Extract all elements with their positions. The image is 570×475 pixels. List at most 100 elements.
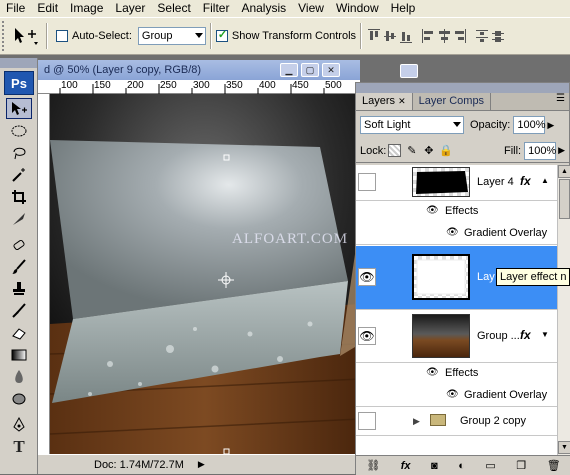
align-bottom-icon[interactable] (400, 29, 413, 43)
scroll-down-button[interactable]: ▼ (558, 441, 570, 454)
options-grip[interactable] (2, 21, 6, 51)
fx-icon[interactable]: fx (520, 174, 531, 188)
panel-menu-icon[interactable]: ☰ (556, 93, 565, 110)
lock-all-icon[interactable]: 🔒 (439, 144, 453, 157)
eye-icon[interactable]: 👁 (446, 389, 459, 400)
horizontal-ruler[interactable]: 100 150 200 250 300 350 400 450 500 (38, 80, 360, 94)
effect-row[interactable]: 👁 Gradient Overlay (356, 223, 557, 245)
brush-tool-icon[interactable] (6, 256, 32, 277)
history-brush-tool-icon[interactable] (6, 300, 32, 321)
scroll-thumb[interactable] (559, 179, 570, 219)
layers-scrollbar[interactable]: ▲ ▼ (557, 165, 570, 455)
effects-row[interactable]: 👁 Effects (356, 201, 557, 223)
adjustment-layer-icon[interactable]: ◐ (458, 460, 465, 472)
move-tool-icon[interactable] (6, 98, 32, 119)
link-layers-icon[interactable]: ⛓ (366, 459, 380, 472)
fill-input[interactable]: 100% (524, 141, 556, 160)
align-right-icon[interactable] (454, 29, 467, 43)
layers-panel-grip[interactable] (356, 83, 569, 93)
visibility-toggle[interactable] (358, 173, 376, 191)
type-tool-icon[interactable]: T (6, 436, 32, 457)
magic-wand-tool-icon[interactable] (6, 164, 32, 185)
effect-row[interactable]: 👁 Gradient Overlay (356, 385, 557, 407)
distribute-top-icon[interactable] (476, 29, 489, 43)
separator (209, 23, 212, 49)
eye-icon[interactable]: 👁 (446, 227, 459, 238)
ps-logo[interactable]: Ps (4, 71, 34, 95)
layer-name: Lay (477, 271, 495, 283)
close-doc-button[interactable]: ✕ (322, 63, 340, 77)
visibility-toggle[interactable] (358, 412, 376, 430)
blur-tool-icon[interactable] (6, 366, 32, 387)
dodge-tool-icon[interactable] (6, 388, 32, 409)
visibility-toggle[interactable]: 👁 (358, 268, 376, 286)
status-arrow-icon[interactable]: ▶ (198, 459, 205, 470)
align-hcenter-icon[interactable] (438, 29, 451, 43)
blend-mode-dropdown[interactable]: Soft Light (360, 116, 464, 134)
maximize-doc-button[interactable]: ▢ (301, 63, 319, 77)
opacity-value: 100% (517, 119, 546, 131)
expand-icon[interactable]: ▼ (541, 330, 549, 339)
opacity-input[interactable]: 100% (513, 116, 546, 134)
menu-edit[interactable]: Edit (31, 0, 64, 17)
menu-select[interactable]: Select (151, 0, 196, 17)
move-tool-preset-icon[interactable] (12, 24, 42, 48)
close-icon[interactable]: ✕ (398, 96, 406, 106)
visibility-toggle[interactable]: 👁 (358, 327, 376, 345)
menu-filter[interactable]: Filter (197, 0, 236, 17)
crop-tool-icon[interactable] (6, 186, 32, 207)
trash-icon[interactable]: 🗑 (547, 459, 561, 472)
pen-tool-icon[interactable] (6, 414, 32, 435)
gradient-tool-icon[interactable] (6, 344, 32, 365)
add-style-icon[interactable]: fx (401, 460, 411, 472)
new-group-icon[interactable]: ▭ (485, 459, 495, 472)
effects-row[interactable]: 👁 Effects (356, 363, 557, 385)
expand-group-icon[interactable]: ▶ (413, 416, 420, 427)
scroll-up-button[interactable]: ▲ (558, 165, 570, 178)
tab-layer-comps[interactable]: Layer Comps (413, 93, 492, 110)
fx-icon[interactable]: fx (520, 328, 531, 342)
menu-image[interactable]: Image (64, 0, 109, 17)
menu-layer[interactable]: Layer (109, 0, 151, 17)
fill-slider-icon[interactable]: ▶ (558, 145, 565, 156)
layer-row[interactable]: 👁 Group ... fx ▼ (356, 311, 557, 363)
toolbox-grip[interactable] (0, 58, 37, 68)
healing-brush-tool-icon[interactable] (6, 234, 32, 255)
lock-transparency-icon[interactable] (388, 144, 402, 157)
slice-tool-icon[interactable] (6, 208, 32, 229)
vertical-ruler[interactable] (38, 94, 50, 454)
group-row[interactable]: ▶ Group 2 copy (356, 408, 557, 436)
eye-icon[interactable]: 👁 (426, 367, 439, 378)
expand-icon[interactable]: ▲ (541, 176, 549, 185)
tab-layers[interactable]: Layers ✕ (356, 93, 413, 110)
eye-icon[interactable]: 👁 (426, 205, 439, 216)
auto-select-checkbox[interactable] (56, 30, 68, 42)
align-left-icon[interactable] (422, 29, 434, 43)
marquee-tool-icon[interactable] (6, 120, 32, 141)
lock-position-icon[interactable]: ✥ (422, 144, 435, 157)
minimize-doc-button[interactable]: ▁ (280, 63, 298, 77)
distribute-vcenter-icon[interactable] (492, 29, 505, 43)
layer-row[interactable]: Layer 4 fx ▲ (356, 165, 557, 201)
menu-file[interactable]: File (0, 0, 31, 17)
add-mask-icon[interactable]: ◙ (431, 460, 438, 472)
effects-label: Effects (445, 367, 479, 379)
eraser-tool-icon[interactable] (6, 322, 32, 343)
show-transform-checkbox[interactable] (215, 28, 228, 42)
ruler-label: 400 (259, 80, 276, 91)
auto-select-dropdown[interactable]: Group (137, 27, 206, 45)
align-top-icon[interactable] (368, 29, 381, 43)
menu-help[interactable]: Help (385, 0, 422, 17)
clone-stamp-tool-icon[interactable] (6, 278, 32, 299)
new-layer-icon[interactable]: ❐ (516, 459, 526, 472)
menu-analysis[interactable]: Analysis (235, 0, 292, 17)
lock-pixels-icon[interactable]: ✎ (405, 144, 418, 157)
document-canvas[interactable]: ALFOART.COM (50, 94, 360, 454)
lasso-tool-icon[interactable] (6, 142, 32, 163)
menu-window[interactable]: Window (330, 0, 385, 17)
opacity-slider-icon[interactable]: ▶ (547, 120, 554, 131)
menu-view[interactable]: View (292, 0, 330, 17)
align-vcenter-icon[interactable] (384, 29, 397, 43)
effect-name: Gradient Overlay (464, 389, 548, 401)
minimize-button[interactable] (400, 64, 418, 78)
